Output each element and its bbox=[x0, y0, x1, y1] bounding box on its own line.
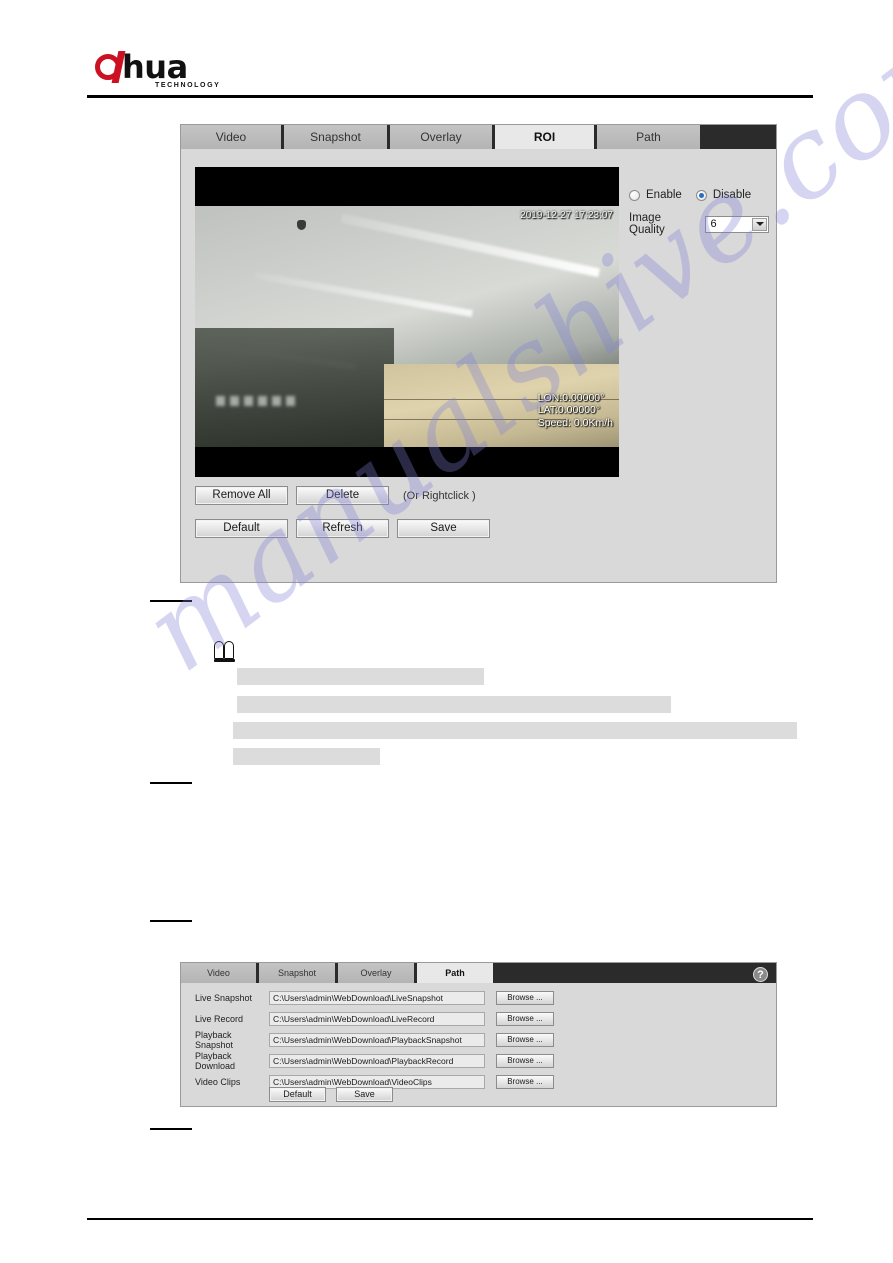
disable-radio[interactable] bbox=[695, 189, 707, 201]
path-tab-snapshot[interactable]: Snapshot bbox=[259, 963, 338, 983]
osd-speed: Speed: 0.0Km/h bbox=[537, 416, 613, 429]
redacted-heading-rule bbox=[150, 1128, 192, 1130]
path-tab-bar: Video Snapshot Overlay Path ? bbox=[181, 963, 776, 983]
refresh-button[interactable]: Refresh bbox=[296, 519, 389, 538]
video-letterbox-bottom bbox=[195, 447, 619, 477]
video-letterbox-top bbox=[195, 167, 619, 206]
enable-radio-label[interactable]: Enable bbox=[646, 189, 682, 201]
path-row-live-snapshot: Live Snapshot C:\Users\admin\WebDownload… bbox=[195, 990, 554, 1005]
roi-panel-body: 2019-12-27 17:23:07 LON:0.00000° LAT:0.0… bbox=[181, 149, 776, 584]
roi-action-button-row: Default Refresh Save bbox=[195, 519, 490, 538]
live-snapshot-browse-button[interactable]: Browse ... bbox=[496, 990, 554, 1005]
enable-radio[interactable] bbox=[629, 189, 640, 201]
redacted-heading-rule bbox=[150, 600, 192, 602]
playback-snapshot-input[interactable]: C:\Users\admin\WebDownload\PlaybackSnaps… bbox=[269, 1032, 485, 1047]
roi-enable-radio-group: Enable Disable bbox=[629, 189, 769, 201]
image-quality-field: Image Quality 6 bbox=[629, 212, 769, 236]
delete-button[interactable]: Delete bbox=[296, 486, 389, 505]
path-panel-body: Live Snapshot C:\Users\admin\WebDownload… bbox=[181, 983, 776, 1108]
path-tab-bar-filler: ? bbox=[496, 963, 776, 983]
redacted-text-block bbox=[237, 668, 484, 685]
image-quality-value: 6 bbox=[710, 218, 717, 230]
sprinkler-head bbox=[296, 219, 306, 230]
roi-controls: Enable Disable Image Quality 6 bbox=[629, 189, 769, 236]
path-row-playback-snapshot: Playback Snapshot C:\Users\admin\WebDown… bbox=[195, 1029, 554, 1050]
tab-path[interactable]: Path bbox=[597, 125, 703, 149]
image-quality-label: Image Quality bbox=[629, 212, 665, 236]
path-tab-path[interactable]: Path bbox=[417, 963, 496, 983]
roi-settings-panel: Video Snapshot Overlay ROI Path 2019-12-… bbox=[180, 124, 777, 583]
playback-download-browse-button[interactable]: Browse ... bbox=[496, 1053, 554, 1068]
image-quality-select[interactable]: 6 bbox=[705, 215, 769, 233]
path-row-live-record: Live Record C:\Users\admin\WebDownload\L… bbox=[195, 1011, 554, 1026]
live-record-label: Live Record bbox=[195, 1013, 244, 1024]
playback-snapshot-browse-button[interactable]: Browse ... bbox=[496, 1032, 554, 1047]
live-record-browse-button[interactable]: Browse ... bbox=[496, 1011, 554, 1026]
chevron-down-icon[interactable] bbox=[752, 217, 767, 231]
redacted-text-block bbox=[233, 748, 380, 765]
header-divider bbox=[87, 95, 813, 98]
save-button[interactable]: Save bbox=[397, 519, 490, 538]
live-snapshot-input[interactable]: C:\Users\admin\WebDownload\LiveSnapshot bbox=[269, 990, 485, 1005]
tab-snapshot[interactable]: Snapshot bbox=[284, 125, 390, 149]
logo-tagline: TECHNOLOGY bbox=[155, 82, 221, 89]
tab-video[interactable]: Video bbox=[181, 125, 284, 149]
playback-download-label: Playback Download bbox=[195, 1050, 236, 1071]
redacted-text-block bbox=[237, 696, 671, 713]
tab-roi[interactable]: ROI bbox=[495, 125, 597, 149]
osd-longitude: LON:0.00000° bbox=[537, 391, 605, 404]
playback-download-input[interactable]: C:\Users\admin\WebDownload\PlaybackRecor… bbox=[269, 1053, 485, 1068]
dahua-logo: hua TECHNOLOGY bbox=[95, 48, 285, 90]
video-osd-overlay: LON:0.00000° LAT:0.00000° Speed: 0.0Km/h bbox=[538, 392, 613, 430]
path-row-playback-download: Playback Download C:\Users\admin\WebDown… bbox=[195, 1050, 554, 1071]
path-action-button-row: Default Save bbox=[269, 1087, 393, 1102]
ceiling-light bbox=[341, 214, 601, 278]
video-timestamp: 2019-12-27 17:23:07 bbox=[520, 210, 613, 221]
default-button[interactable]: Default bbox=[195, 519, 288, 538]
video-preview[interactable]: 2019-12-27 17:23:07 LON:0.00000° LAT:0.0… bbox=[195, 167, 619, 477]
document-header: hua TECHNOLOGY bbox=[0, 0, 893, 100]
path-default-button[interactable]: Default bbox=[269, 1087, 326, 1102]
rightclick-hint: (Or Rightclick ) bbox=[403, 489, 476, 502]
help-icon[interactable]: ? bbox=[753, 967, 768, 982]
path-settings-panel: Video Snapshot Overlay Path ? Live Snaps… bbox=[180, 962, 777, 1107]
roi-edit-button-row: Remove All Delete (Or Rightclick ) bbox=[195, 486, 476, 505]
remove-all-button[interactable]: Remove All bbox=[195, 486, 288, 505]
path-tab-overlay[interactable]: Overlay bbox=[338, 963, 417, 983]
redacted-heading-rule bbox=[150, 920, 192, 922]
logo-wordmark: hua bbox=[122, 48, 188, 86]
video-blurred-text bbox=[216, 396, 297, 407]
tab-overlay[interactable]: Overlay bbox=[390, 125, 495, 149]
redacted-heading-rule bbox=[150, 782, 192, 784]
redacted-text-block bbox=[233, 722, 797, 739]
ceiling-light bbox=[255, 271, 474, 318]
path-tab-video[interactable]: Video bbox=[181, 963, 259, 983]
live-snapshot-label: Live Snapshot bbox=[195, 992, 253, 1003]
note-book-icon bbox=[214, 641, 238, 663]
video-clips-label: Video Clips bbox=[195, 1076, 241, 1087]
video-clips-browse-button[interactable]: Browse ... bbox=[496, 1074, 554, 1089]
disable-radio-label[interactable]: Disable bbox=[713, 189, 751, 201]
osd-latitude: LAT:0.00000° bbox=[537, 404, 601, 416]
path-save-button[interactable]: Save bbox=[336, 1087, 393, 1102]
footer-divider bbox=[87, 1218, 813, 1220]
live-record-input[interactable]: C:\Users\admin\WebDownload\LiveRecord bbox=[269, 1011, 485, 1026]
roi-tab-bar: Video Snapshot Overlay ROI Path bbox=[181, 125, 776, 149]
tab-bar-filler bbox=[703, 125, 776, 149]
playback-snapshot-label: Playback Snapshot bbox=[195, 1029, 234, 1050]
